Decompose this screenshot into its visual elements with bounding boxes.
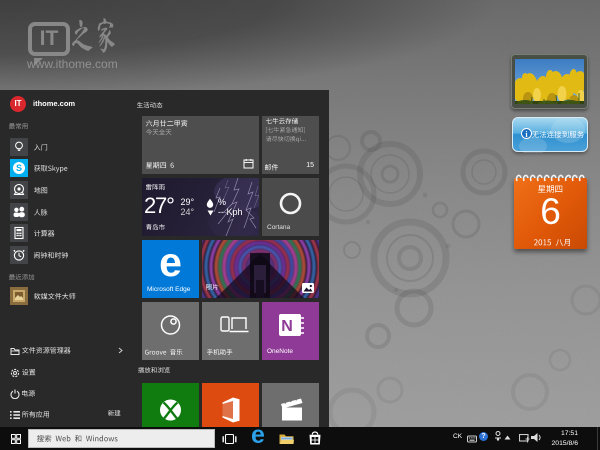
svg-text:N: N — [281, 318, 293, 335]
svg-text:S: S — [16, 163, 22, 173]
